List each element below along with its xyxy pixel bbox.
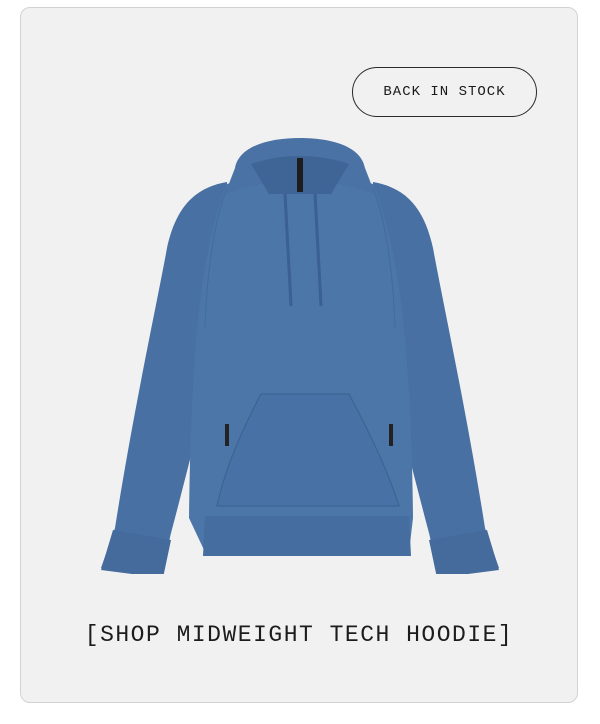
hoodie-left-zip bbox=[225, 424, 229, 446]
badge-label: BACK IN STOCK bbox=[383, 84, 506, 100]
hoodie-image[interactable] bbox=[99, 128, 501, 574]
product-card[interactable]: BACK IN STOCK [SHOP MIDWEIGHT TECH HOODI… bbox=[20, 7, 578, 703]
hoodie-neck-tape bbox=[297, 158, 303, 192]
hoodie-right-zip bbox=[389, 424, 393, 446]
shop-hoodie-link[interactable]: [SHOP MIDWEIGHT TECH HOODIE] bbox=[21, 622, 577, 648]
back-in-stock-badge: BACK IN STOCK bbox=[352, 67, 537, 117]
hoodie-hem bbox=[203, 516, 411, 556]
